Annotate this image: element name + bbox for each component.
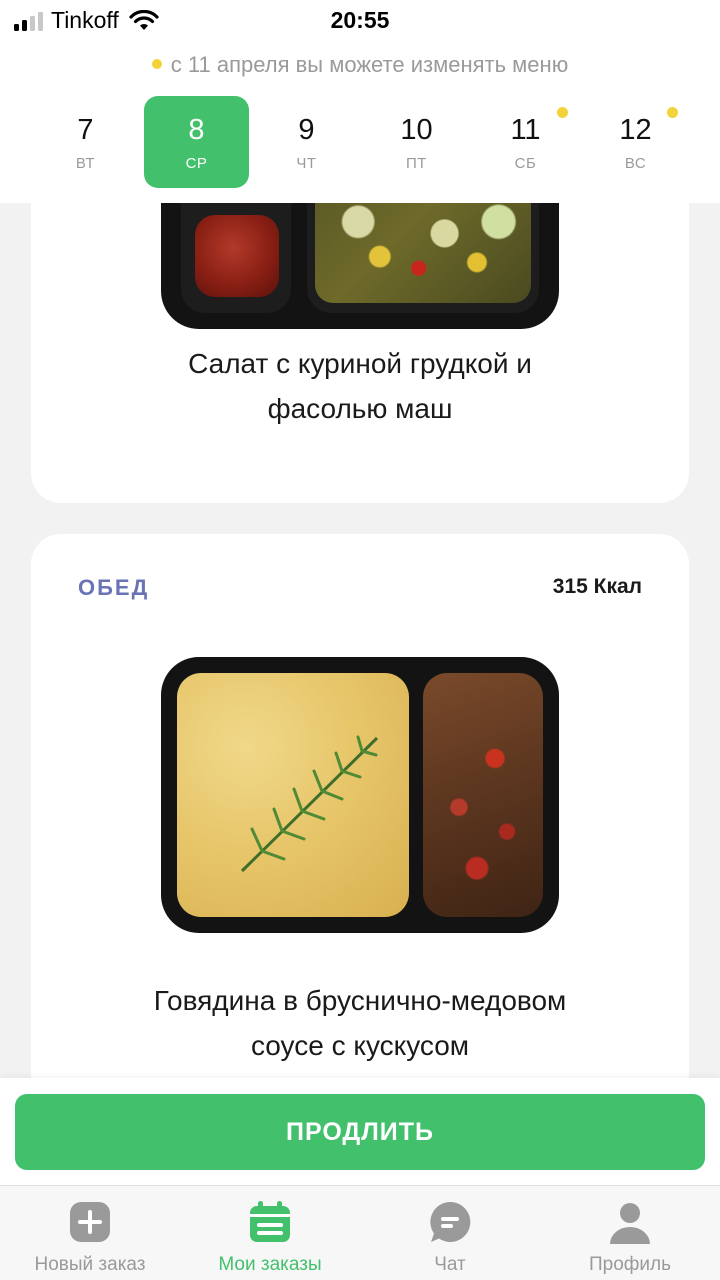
day-7[interactable]: 7 ВТ — [33, 96, 138, 188]
tab-label: Профиль — [588, 1254, 672, 1275]
extend-button[interactable]: ПРОДЛИТЬ — [15, 1094, 705, 1170]
menu-change-notice: с 11 апреля вы можете изменять меню — [0, 52, 720, 78]
status-bar: Tinkoff 20:55 — [0, 0, 720, 40]
day-number: 7 — [77, 114, 94, 146]
action-area: ПРОДЛИТЬ — [0, 1078, 720, 1185]
changeable-dot-icon — [667, 107, 678, 118]
day-weekday: ВТ — [75, 155, 96, 172]
meal-card-lunch[interactable]: ОБЕД 315 Ккал Говядина в бруснично-медов… — [31, 534, 689, 1083]
dish-name: Говядина в бруснично-медовом соусе с кус… — [31, 978, 689, 1068]
day-number: 9 — [298, 114, 315, 146]
status-time: 20:55 — [330, 7, 390, 33]
day-weekday: ПТ — [406, 155, 427, 172]
day-12[interactable]: 12 ВС — [583, 96, 688, 188]
day-8[interactable]: 8 СР — [144, 96, 249, 188]
day-number: 10 — [400, 114, 433, 146]
user-icon — [610, 1203, 650, 1244]
tab-label: Мои заказы — [218, 1254, 322, 1275]
day-number: 8 — [188, 114, 205, 146]
chat-bubble-icon — [430, 1201, 471, 1242]
dish-name-line: Салат с куриной грудкой и — [188, 348, 532, 379]
plus-square-icon — [70, 1202, 110, 1242]
calendar-icon — [250, 1201, 290, 1242]
notice-dot-icon — [151, 59, 162, 70]
dish-name-line: соусе с кускусом — [250, 1030, 470, 1061]
rosemary-garnish — [240, 735, 379, 873]
meal-type-label: ОБЕД — [78, 575, 150, 600]
tab-new-order[interactable]: Новый заказ — [0, 1186, 180, 1280]
day-weekday: ЧТ — [296, 155, 317, 172]
dish-name-line: Говядина в бруснично-медовом — [153, 985, 567, 1016]
tab-label: Новый заказ — [34, 1254, 146, 1275]
day-weekday: СБ — [514, 155, 537, 172]
changeable-dot-icon — [557, 107, 568, 118]
meal-card[interactable]: Салат с куриной грудкой и фасолью маш — [31, 203, 689, 503]
calories-value: 315 Ккал — [552, 575, 642, 598]
dish-name-line: фасолью маш — [267, 393, 453, 424]
meal-photo — [161, 203, 559, 329]
meal-photo — [161, 657, 559, 933]
meals-list[interactable]: Салат с куриной грудкой и фасолью маш ОБ… — [0, 203, 720, 1083]
day-number: 11 — [510, 114, 541, 146]
day-9[interactable]: 9 ЧТ — [254, 96, 359, 188]
day-weekday: ВС — [624, 155, 647, 172]
header: Tinkoff 20:55 с 11 апреля вы можете изме… — [0, 0, 720, 203]
notice-text: с 11 апреля вы можете изменять меню — [170, 52, 569, 77]
day-weekday: СР — [185, 155, 208, 172]
day-11[interactable]: 11 СБ — [473, 96, 578, 188]
day-10[interactable]: 10 ПТ — [364, 96, 469, 188]
tab-profile[interactable]: Профиль — [540, 1186, 720, 1280]
dish-name: Салат с куриной грудкой и фасолью маш — [31, 341, 689, 431]
day-number: 12 — [619, 114, 652, 146]
tab-bar: Новый заказ Мои заказы Чат Профиль — [0, 1185, 720, 1280]
tab-chat[interactable]: Чат — [360, 1186, 540, 1280]
tab-label: Чат — [434, 1254, 466, 1275]
day-selector: 7 ВТ 8 СР 9 ЧТ 10 ПТ 11 СБ 12 ВС — [0, 96, 720, 188]
tab-my-orders[interactable]: Мои заказы — [180, 1186, 360, 1280]
